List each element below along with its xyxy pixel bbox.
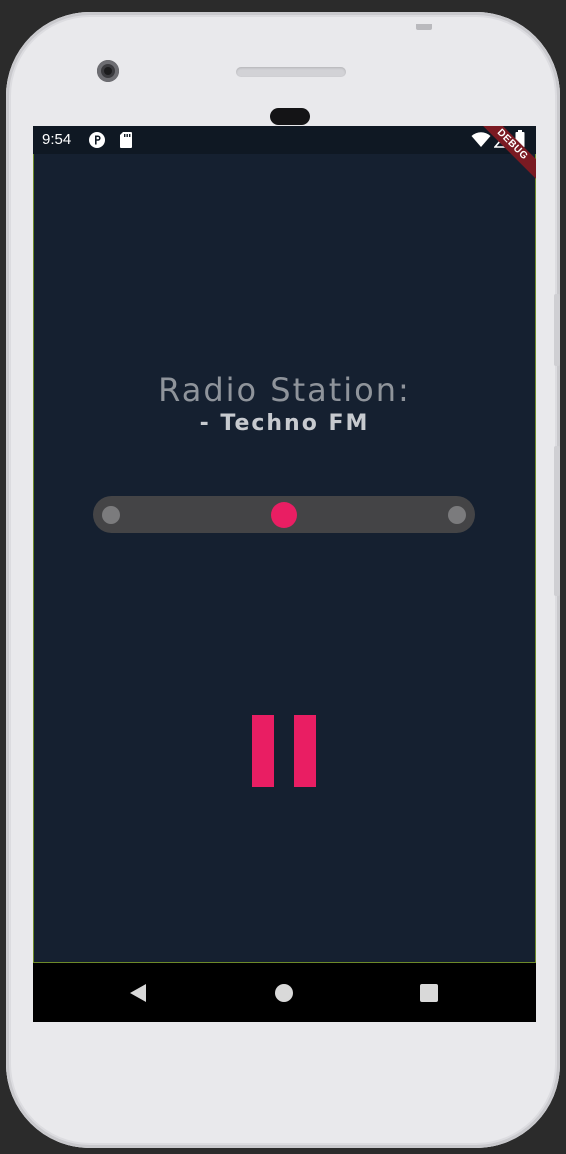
status-bar: 9:54 DEBUG — [33, 126, 536, 186]
top-edge-button — [416, 24, 432, 30]
status-time: 9:54 — [42, 131, 72, 148]
notification-p-icon — [88, 131, 106, 153]
recents-icon[interactable] — [417, 981, 441, 1005]
wifi-icon — [471, 132, 491, 152]
app-content: 9:54 DEBUG Radio Station: - Techno FM — [33, 126, 536, 963]
front-camera — [97, 60, 119, 82]
station-name: - Techno FM — [199, 411, 370, 436]
power-button[interactable] — [554, 294, 560, 366]
navigation-bar — [33, 963, 536, 1022]
pause-icon-bar — [294, 715, 316, 787]
volume-button[interactable] — [554, 446, 560, 596]
pause-button[interactable] — [252, 715, 316, 787]
slider-max-dot — [448, 506, 466, 524]
home-icon[interactable] — [272, 981, 296, 1005]
slider-thumb[interactable] — [271, 502, 297, 528]
sd-card-icon — [119, 131, 133, 153]
back-icon[interactable] — [126, 981, 150, 1005]
slider-min-dot — [102, 506, 120, 524]
device-screen: 9:54 DEBUG Radio Station: - Techno FM — [33, 126, 536, 1022]
proximity-sensor — [270, 108, 310, 125]
device-frame: 9:54 DEBUG Radio Station: - Techno FM — [0, 0, 566, 1154]
pause-icon — [252, 715, 274, 787]
station-info: Radio Station: - Techno FM — [33, 370, 536, 438]
earpiece-speaker — [236, 67, 346, 77]
station-title: Radio Station: — [158, 371, 411, 409]
station-slider[interactable] — [93, 496, 475, 533]
